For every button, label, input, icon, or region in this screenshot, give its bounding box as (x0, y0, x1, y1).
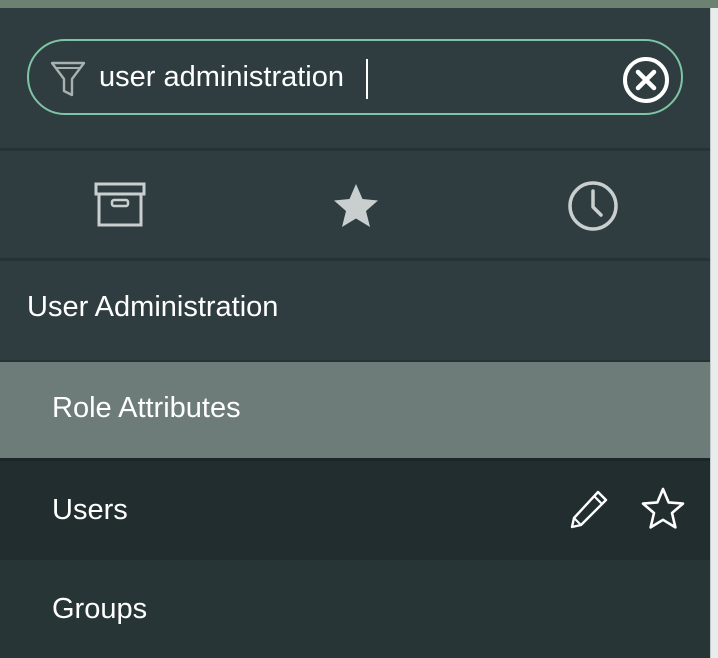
clear-circle-x-icon[interactable] (622, 56, 670, 104)
section-title: User Administration (27, 291, 279, 323)
tab-favorites[interactable] (236, 151, 472, 258)
navigator-tabs (0, 151, 710, 258)
list-item-role-attributes[interactable]: Role Attributes (0, 362, 710, 458)
star-filled-icon (334, 184, 378, 227)
list-item-users[interactable]: Users (0, 461, 710, 560)
archive-box-icon (94, 182, 146, 227)
list-item-label: Users (52, 494, 128, 526)
section-header[interactable]: User Administration (0, 261, 710, 360)
top-accent-bar (0, 0, 718, 8)
tab-history[interactable] (472, 151, 708, 258)
star-outline-icon[interactable] (640, 486, 686, 532)
clock-icon (568, 181, 618, 231)
filter-search-box[interactable] (27, 39, 683, 115)
filter-area (0, 8, 710, 148)
list-item-groups[interactable]: Groups (0, 560, 710, 658)
pencil-icon[interactable] (568, 488, 610, 530)
filter-input[interactable] (99, 57, 559, 97)
right-edge-border (710, 8, 718, 658)
filter-funnel-icon (50, 61, 86, 97)
text-caret (366, 59, 368, 99)
list-item-label: Groups (52, 593, 148, 625)
list-item-label: Role Attributes (52, 392, 241, 424)
tab-all-applications[interactable] (0, 151, 236, 258)
